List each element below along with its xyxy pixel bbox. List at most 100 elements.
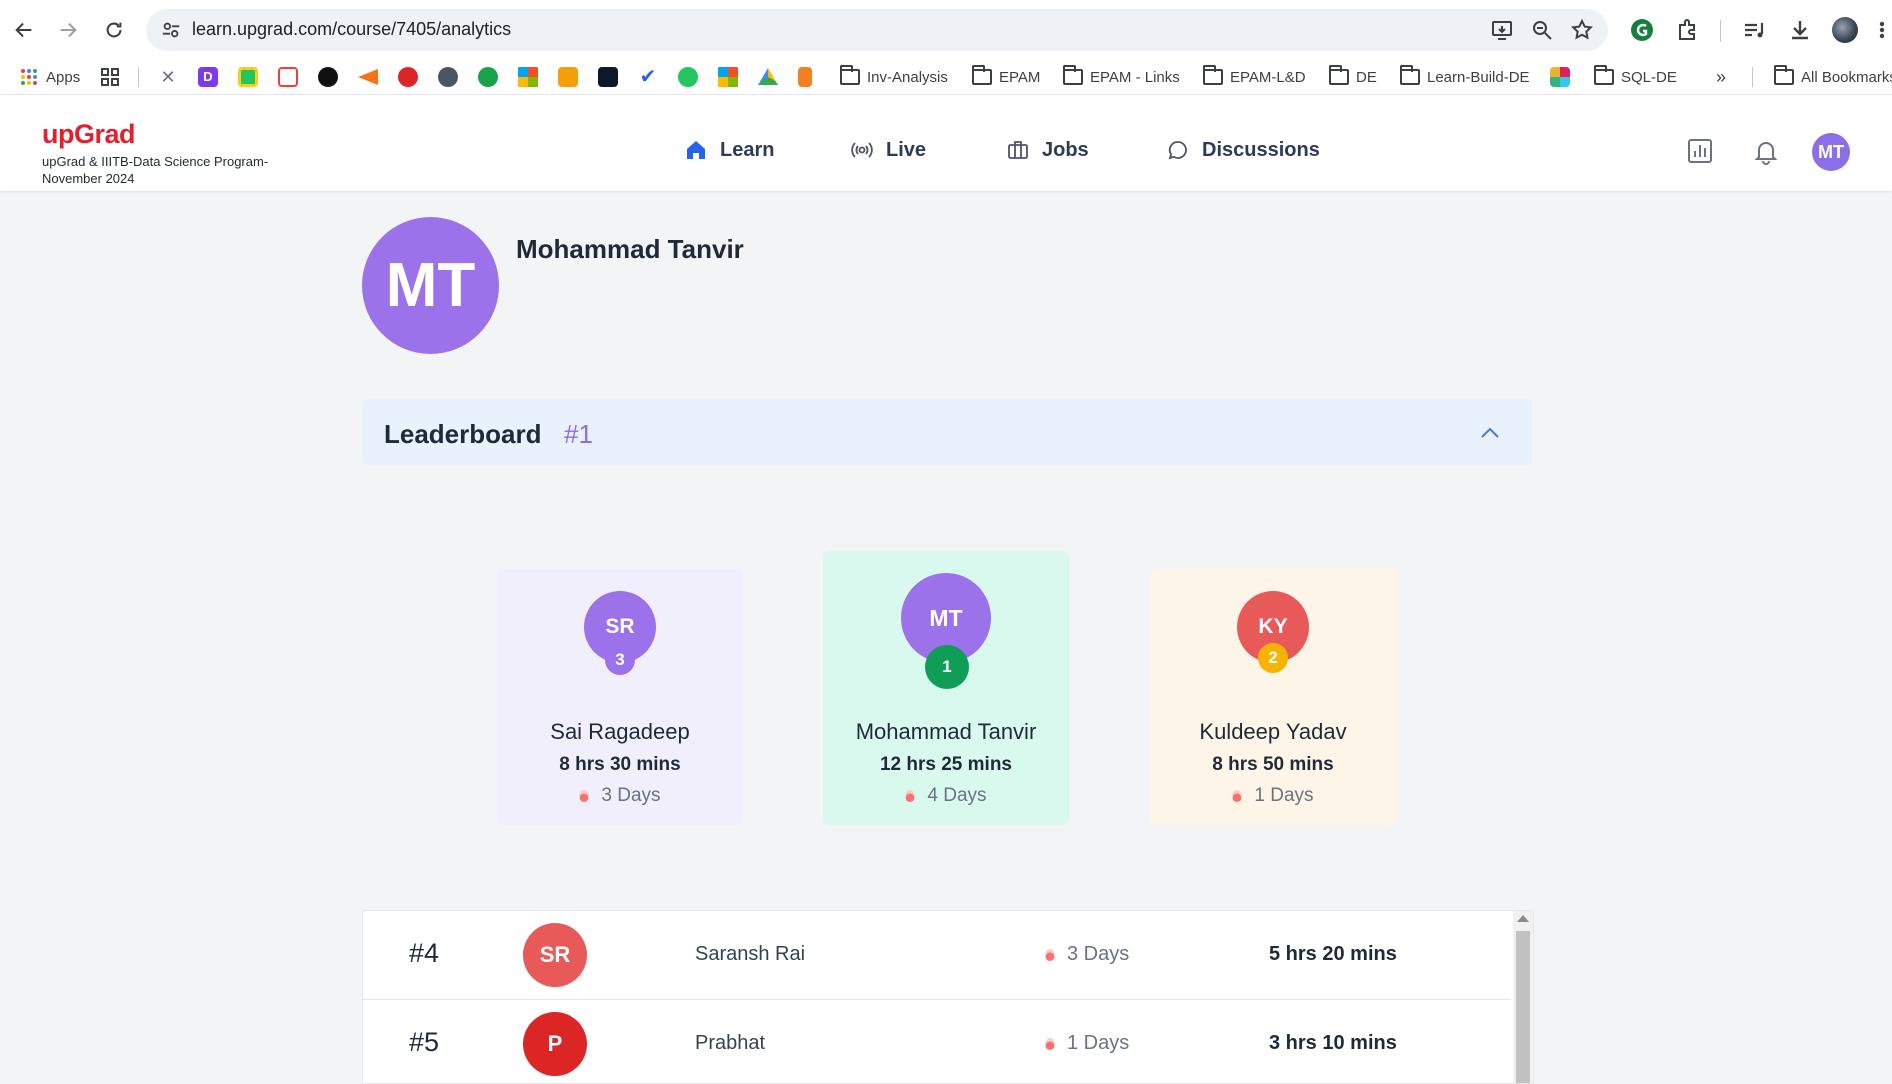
downloads-icon[interactable] <box>1786 16 1814 44</box>
bookmark-x-icon[interactable]: ✕ <box>158 67 178 87</box>
row-name: Saransh Rai <box>695 943 806 965</box>
bookmark-folder-epam-ld[interactable]: EPAM-L&D <box>1203 65 1306 89</box>
bookmark-folder-de[interactable]: DE <box>1329 65 1377 89</box>
podium-streak: 1 Days <box>1150 785 1396 807</box>
install-app-icon[interactable] <box>1490 18 1514 42</box>
bookmark-whatsapp-icon[interactable] <box>678 67 698 87</box>
apps-shortcut[interactable]: Apps <box>20 66 80 88</box>
table-row: #4 SR Saransh Rai 3 Days 5 hrs 20 mins <box>363 911 1511 1000</box>
row-rank: #4 <box>409 938 440 968</box>
podium-time: 12 hrs 25 mins <box>879 754 1013 775</box>
scroll-thumb[interactable] <box>1516 931 1530 1083</box>
folder-icon <box>1063 65 1083 85</box>
leaderboard-rank: #1 <box>564 419 593 449</box>
bookmark-gmail-icon[interactable] <box>278 67 298 87</box>
nav-learn[interactable]: Learn <box>684 135 774 165</box>
bookmark-slack-icon[interactable] <box>1550 67 1570 87</box>
bookmark-folder-epam[interactable]: EPAM <box>972 65 1040 89</box>
menu-dots-icon[interactable] <box>1872 16 1892 44</box>
podium-streak: 4 Days <box>823 785 1069 807</box>
nav-discussions[interactable]: Discussions <box>1166 135 1320 165</box>
profile-photo-icon[interactable] <box>1832 17 1858 43</box>
site-settings-icon[interactable] <box>160 19 182 41</box>
broadcast-icon <box>851 142 873 158</box>
podium-rank-badge: 3 <box>605 645 635 675</box>
podium-time: 8 hrs 30 mins <box>559 754 681 775</box>
podium-streak: 3 Days <box>497 785 743 807</box>
all-bookmarks-button[interactable]: All Bookmarks <box>1774 65 1892 89</box>
podium-name: Sai Ragadeep <box>550 719 690 744</box>
folder-icon <box>972 65 992 85</box>
row-time: 3 hrs 10 mins <box>1269 1032 1397 1054</box>
profile-avatar: MT <box>362 217 499 354</box>
apps-grid-icon <box>21 69 37 85</box>
row-avatar: P <box>523 1012 587 1076</box>
podium-card-rank-3: SR 3 Sai Ragadeep 8 hrs 30 mins 3 Days <box>497 569 743 825</box>
folder-icon <box>1329 65 1349 85</box>
leaderboard-header[interactable]: Leaderboard #1 <box>362 399 1532 465</box>
bookmark-chat-icon[interactable] <box>238 67 258 87</box>
flame-icon <box>1045 948 1055 961</box>
apps-label: Apps <box>46 68 81 86</box>
bookmark-github-icon[interactable] <box>318 67 338 87</box>
bookmark-d-icon[interactable]: D <box>198 67 218 87</box>
bookmark-folder-sql-de[interactable]: SQL-DE <box>1594 65 1677 89</box>
media-controls-icon[interactable] <box>1740 16 1768 44</box>
bookmark-folder-inv-analysis[interactable]: Inv-Analysis <box>840 65 948 89</box>
table-row: #5 P Prabhat 1 Days 3 hrs 10 mins <box>363 1000 1511 1083</box>
bookmark-folder-learn-build-de[interactable]: Learn-Build-DE <box>1400 65 1530 89</box>
grammarly-icon[interactable] <box>1628 16 1656 44</box>
address-bar[interactable]: learn.upgrad.com/course/7405/analytics <box>146 9 1608 51</box>
podium-card-rank-2: KY 2 Kuldeep Yadav 8 hrs 50 mins 1 Days <box>1150 569 1396 825</box>
scroll-up-arrow-icon[interactable] <box>1517 915 1529 922</box>
extensions-icon[interactable] <box>1674 16 1702 44</box>
nav-jobs[interactable]: Jobs <box>1006 135 1089 165</box>
toolbar-divider <box>1720 20 1721 42</box>
row-time: 5 hrs 20 mins <box>1269 943 1397 965</box>
bookmark-microsoft-icon[interactable] <box>518 67 538 87</box>
folder-icon <box>840 65 860 85</box>
bookmark-globe-icon[interactable] <box>438 67 458 87</box>
podium-name: Mohammad Tanvir <box>855 719 1037 744</box>
tab-groups-icon[interactable] <box>100 67 120 87</box>
row-streak: 1 Days <box>1045 1032 1129 1055</box>
folder-icon <box>1400 65 1420 85</box>
forward-icon[interactable] <box>50 12 86 48</box>
podium-rank-badge: 2 <box>1258 643 1288 673</box>
zoom-icon[interactable] <box>1530 18 1554 42</box>
leaderboard-table[interactable]: #4 SR Saransh Rai 3 Days 5 hrs 20 mins #… <box>362 910 1534 1084</box>
bookmark-folder-epam-links[interactable]: EPAM - Links <box>1063 65 1180 89</box>
star-icon[interactable] <box>1570 18 1594 42</box>
folder-icon <box>1203 65 1223 85</box>
bookmark-stackoverflow-icon[interactable] <box>798 67 812 87</box>
leaderboard-title: Leaderboard <box>384 419 542 449</box>
upgrad-logo[interactable]: upGrad <box>42 119 136 150</box>
folder-icon <box>1594 65 1614 85</box>
back-icon[interactable] <box>6 12 42 48</box>
podium-card-rank-1: MT 1 Mohammad Tanvir 12 hrs 25 mins 4 Da… <box>823 551 1069 825</box>
reload-icon[interactable] <box>96 12 132 48</box>
bookmark-stack-icon[interactable] <box>558 67 578 87</box>
podium-name: Kuldeep Yadav <box>1199 719 1347 744</box>
bookmark-acrobat-icon[interactable] <box>398 67 418 87</box>
bookmark-check-icon[interactable]: ✔ <box>638 67 658 87</box>
user-avatar[interactable]: MT <box>1812 133 1850 171</box>
analytics-icon[interactable] <box>1686 137 1714 165</box>
flame-icon <box>579 790 590 802</box>
flame-icon <box>1232 790 1243 802</box>
bookmark-office-icon[interactable] <box>718 67 738 87</box>
flame-icon <box>1045 1037 1055 1050</box>
bell-icon[interactable] <box>1752 137 1780 165</box>
bookmarks-overflow-button[interactable]: » <box>1716 65 1726 89</box>
chat-bubble-icon <box>1168 141 1187 160</box>
flame-icon <box>905 790 916 802</box>
bookmark-upwork-icon[interactable] <box>478 67 498 87</box>
program-name[interactable]: upGrad & IIITB-Data Science Program-Nove… <box>42 153 302 187</box>
briefcase-icon <box>1008 141 1028 159</box>
url-text: learn.upgrad.com/course/7405/analytics <box>192 19 512 39</box>
table-scrollbar[interactable] <box>1513 911 1533 1083</box>
chevron-up-icon[interactable] <box>1478 421 1502 445</box>
row-avatar: SR <box>523 923 587 987</box>
nav-live[interactable]: Live <box>850 135 926 165</box>
bookmark-k-icon[interactable] <box>598 67 618 87</box>
